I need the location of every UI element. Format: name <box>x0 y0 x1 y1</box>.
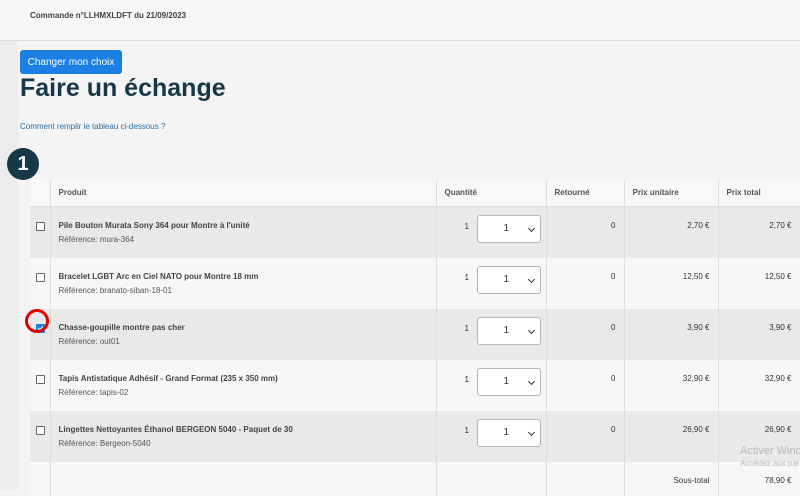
quantity-select-value: 1 <box>503 426 510 438</box>
left-gutter <box>0 40 18 490</box>
quantity-select-value: 1 <box>503 222 510 234</box>
ordered-quantity: 1 <box>464 221 469 231</box>
chevron-down-icon <box>527 326 535 334</box>
quantity-select-value: 1 <box>503 375 510 387</box>
header-returned: Retourné <box>546 180 625 207</box>
help-link[interactable]: Comment remplir le tableau ci-dessous ? <box>20 122 165 131</box>
header-product: Produit <box>50 180 437 207</box>
chevron-down-icon <box>527 377 535 385</box>
returned-count: 0 <box>546 206 625 258</box>
product-reference: Référence: out01 <box>58 336 120 346</box>
product-reference: Référence: mura-364 <box>58 234 135 244</box>
returned-count: 0 <box>546 257 625 309</box>
product-name: Tapis Antistatique Adhésif - Grand Forma… <box>58 373 278 383</box>
order-title: Commande n°LLHMXLDFT du 21/09/2023 <box>30 11 187 20</box>
product-name: Bracelet LGBT Arc en Ciel NATO pour Mont… <box>58 271 259 281</box>
unit-price: 32,90 € <box>624 359 719 411</box>
products-table: Produit Quantité Retourné Prix unitaire … <box>30 180 800 496</box>
page-title: Faire un échange <box>20 74 226 102</box>
order-header: Commande n°LLHMXLDFT du 21/09/2023 <box>0 0 800 41</box>
ordered-quantity: 1 <box>464 323 469 333</box>
quantity-select[interactable]: 1 <box>476 214 541 243</box>
product-name: Chasse-goupille montre pas cher <box>58 322 185 332</box>
quantity-select-value: 1 <box>503 324 510 336</box>
ordered-quantity: 1 <box>464 425 469 435</box>
unit-price: 3,90 € <box>624 308 719 360</box>
table-header-row: Produit Quantité Retourné Prix unitaire … <box>30 180 800 207</box>
product-reference: Référence: tapis-02 <box>58 387 129 397</box>
watermark-line-2: Accédez aux paramètres <box>740 459 800 468</box>
returned-count: 0 <box>546 410 625 462</box>
row-checkbox[interactable] <box>36 272 45 282</box>
quantity-select-value: 1 <box>503 273 510 285</box>
subtotal-row: Sous-total 78,90 € <box>30 461 800 496</box>
table-row: Tapis Antistatique Adhésif - Grand Forma… <box>30 359 800 411</box>
unit-price: 26,90 € <box>624 410 719 462</box>
product-reference: Référence: Bergeon-5040 <box>58 438 151 448</box>
products-table-wrapper: Produit Quantité Retourné Prix unitaire … <box>30 180 800 496</box>
windows-activation-watermark: Activer Windows Accédez aux paramètres <box>740 445 800 468</box>
table-row: Pile Bouton Murata Sony 364 pour Montre … <box>30 206 800 258</box>
total-price: 12,50 € <box>718 257 800 309</box>
header-total-price: Prix total <box>718 180 800 207</box>
returned-count: 0 <box>546 359 625 411</box>
watermark-line-1: Activer Windows <box>740 445 800 457</box>
ordered-quantity: 1 <box>464 374 469 384</box>
product-reference: Référence: branato-siban-18-01 <box>58 285 172 295</box>
step-badge: 1 <box>7 148 39 180</box>
total-price: 32,90 € <box>718 359 800 411</box>
highlight-circle <box>25 309 49 333</box>
quantity-select[interactable]: 1 <box>476 367 541 396</box>
unit-price: 12,50 € <box>624 257 719 309</box>
ordered-quantity: 1 <box>464 272 469 282</box>
product-name: Pile Bouton Murata Sony 364 pour Montre … <box>58 220 250 230</box>
total-price: 2,70 € <box>718 206 800 258</box>
table-row: Bracelet LGBT Arc en Ciel NATO pour Mont… <box>30 257 800 309</box>
row-checkbox[interactable] <box>36 221 45 231</box>
chevron-down-icon <box>527 224 535 232</box>
unit-price: 2,70 € <box>624 206 719 258</box>
quantity-select[interactable]: 1 <box>476 316 541 345</box>
product-name: Lingettes Nettoyantes Éthanol BERGEON 50… <box>58 424 293 434</box>
quantity-select[interactable]: 1 <box>476 418 541 447</box>
total-price: 3,90 € <box>718 308 800 360</box>
chevron-down-icon <box>527 428 535 436</box>
row-checkbox[interactable] <box>36 374 45 384</box>
header-unit-price: Prix unitaire <box>624 180 719 207</box>
quantity-select[interactable]: 1 <box>476 265 541 294</box>
row-checkbox[interactable] <box>36 425 45 435</box>
change-choice-button[interactable]: Changer mon choix <box>20 50 122 74</box>
table-row: Lingettes Nettoyantes Éthanol BERGEON 50… <box>30 410 800 462</box>
subtotal-label: Sous-total <box>624 461 719 496</box>
chevron-down-icon <box>527 275 535 283</box>
header-select <box>30 180 51 207</box>
table-row: Chasse-goupille montre pas cher Référenc… <box>30 308 800 360</box>
header-quantity: Quantité <box>436 180 547 207</box>
returned-count: 0 <box>546 308 625 360</box>
